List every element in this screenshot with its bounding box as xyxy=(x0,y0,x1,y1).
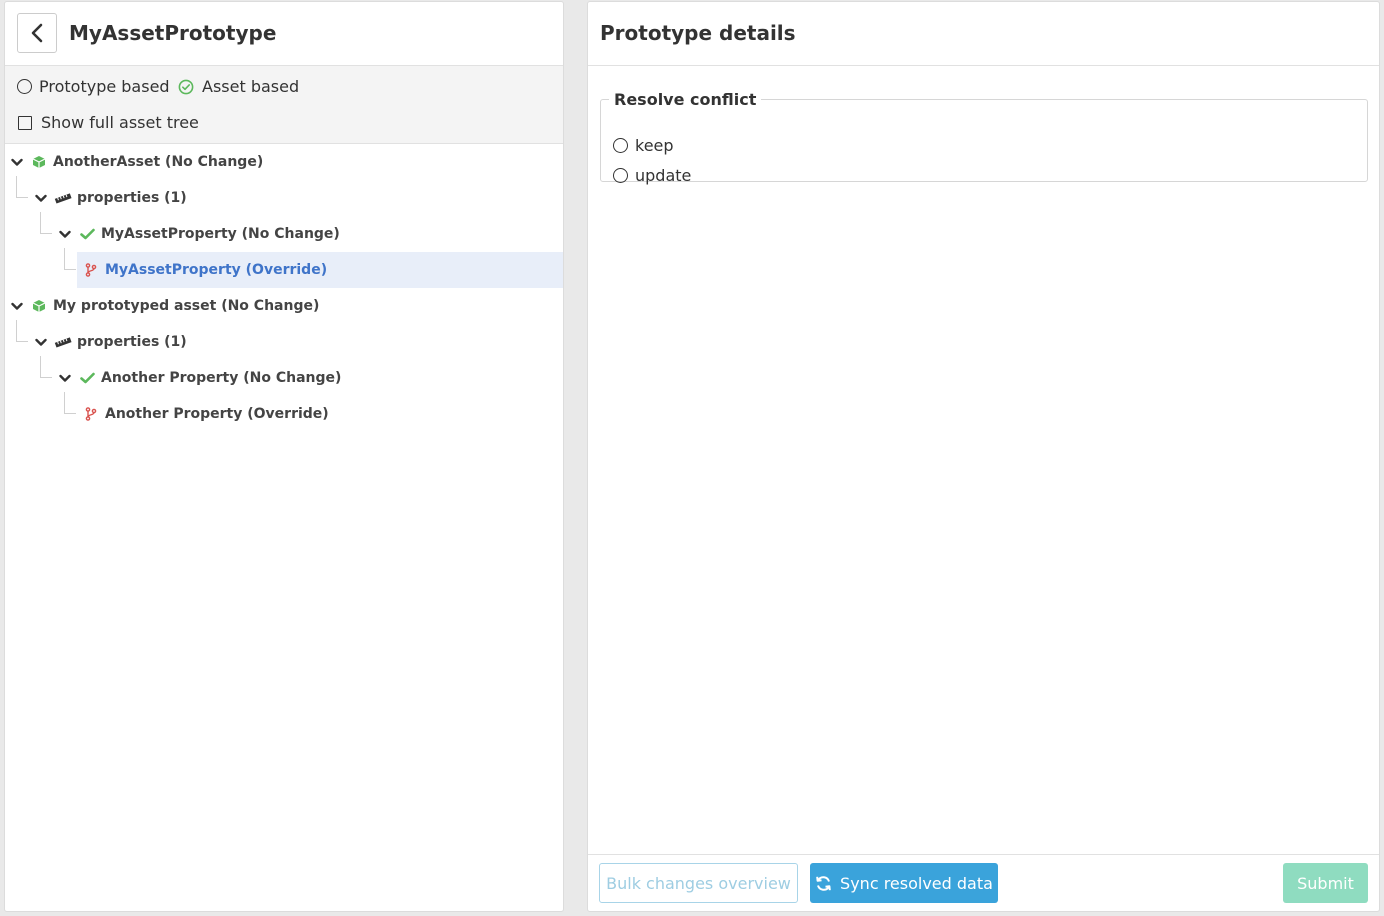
sync-icon xyxy=(816,875,831,891)
chevron-left-icon xyxy=(31,23,43,43)
chevron-down-icon[interactable] xyxy=(57,230,73,239)
tree-node-another-property-override[interactable]: Another Property (Override) xyxy=(81,396,329,432)
submit-button[interactable]: Submit xyxy=(1283,863,1368,903)
checkbox-icon xyxy=(18,115,32,130)
cube-icon xyxy=(29,299,49,313)
check-icon xyxy=(77,372,97,384)
ruler-icon xyxy=(53,192,73,204)
asset-based-label: Asset based xyxy=(202,77,300,96)
prototype-details-panel: Prototype details Resolve conflict keep … xyxy=(587,1,1380,912)
resolve-conflict-legend: Resolve conflict xyxy=(614,90,757,109)
tree-node-label: MyAssetProperty (Override) xyxy=(105,262,328,278)
tree-node-label: properties (1) xyxy=(77,190,187,206)
radio-unchecked-icon xyxy=(613,138,628,153)
code-branch-icon xyxy=(81,263,101,277)
tree-node-label: AnotherAsset (No Change) xyxy=(53,154,264,170)
check-icon xyxy=(77,228,97,240)
show-full-tree-label: Show full asset tree xyxy=(41,113,199,132)
tree-node-label: MyAssetProperty (No Change) xyxy=(101,226,340,242)
right-panel-header: Prototype details xyxy=(588,2,1379,66)
asset-tree-panel: MyAssetPrototype Prototype based Asset b… xyxy=(4,1,564,912)
tree-node-another-asset[interactable]: AnotherAsset (No Change) xyxy=(9,144,263,180)
radio-unchecked-icon xyxy=(613,168,628,183)
keep-label: keep xyxy=(635,136,674,155)
keep-radio[interactable]: keep xyxy=(613,136,674,155)
prototype-based-label: Prototype based xyxy=(39,77,170,96)
details-footer: Bulk changes overview Sync resolved data… xyxy=(588,854,1379,911)
sync-label: Sync resolved data xyxy=(840,873,993,893)
left-panel-header: MyAssetPrototype xyxy=(5,2,563,66)
page-title: MyAssetPrototype xyxy=(69,21,277,45)
tree-node-properties[interactable]: properties (1) xyxy=(33,180,187,216)
tree-node-my-prototyped-asset[interactable]: My prototyped asset (No Change) xyxy=(9,288,319,324)
view-options: Prototype based Asset based Show full as… xyxy=(5,66,563,144)
asset-tree: AnotherAsset (No Change) properties (1) … xyxy=(5,144,563,904)
tree-node-label: Another Property (No Change) xyxy=(101,370,342,386)
update-radio[interactable]: update xyxy=(613,166,691,185)
prototype-based-radio[interactable]: Prototype based xyxy=(17,77,170,96)
check-circle-icon xyxy=(178,79,194,94)
back-button[interactable] xyxy=(17,13,57,53)
cube-icon xyxy=(29,155,49,169)
details-title: Prototype details xyxy=(600,21,796,45)
tree-node-my-asset-property[interactable]: MyAssetProperty (No Change) xyxy=(57,216,340,252)
ruler-icon xyxy=(53,336,73,348)
chevron-down-icon[interactable] xyxy=(57,374,73,383)
radio-unchecked-icon xyxy=(17,79,32,94)
resolve-conflict-group: Resolve conflict keep update xyxy=(600,90,1368,185)
bulk-changes-overview-button[interactable]: Bulk changes overview xyxy=(599,863,798,903)
tree-node-label: properties (1) xyxy=(77,334,187,350)
chevron-down-icon[interactable] xyxy=(33,338,49,347)
tree-node-label: Another Property (Override) xyxy=(105,406,329,422)
tree-node-my-asset-property-override[interactable]: MyAssetProperty (Override) xyxy=(77,252,563,288)
chevron-down-icon[interactable] xyxy=(9,158,25,167)
tree-node-properties[interactable]: properties (1) xyxy=(33,324,187,360)
chevron-down-icon[interactable] xyxy=(33,194,49,203)
code-branch-icon xyxy=(81,407,101,421)
update-label: update xyxy=(635,166,692,185)
asset-based-radio[interactable]: Asset based xyxy=(178,77,299,96)
show-full-tree-checkbox[interactable]: Show full asset tree xyxy=(18,113,199,132)
sync-resolved-data-button[interactable]: Sync resolved data xyxy=(810,863,998,903)
tree-node-label: My prototyped asset (No Change) xyxy=(53,298,320,314)
chevron-down-icon[interactable] xyxy=(9,302,25,311)
tree-node-another-property[interactable]: Another Property (No Change) xyxy=(57,360,341,396)
